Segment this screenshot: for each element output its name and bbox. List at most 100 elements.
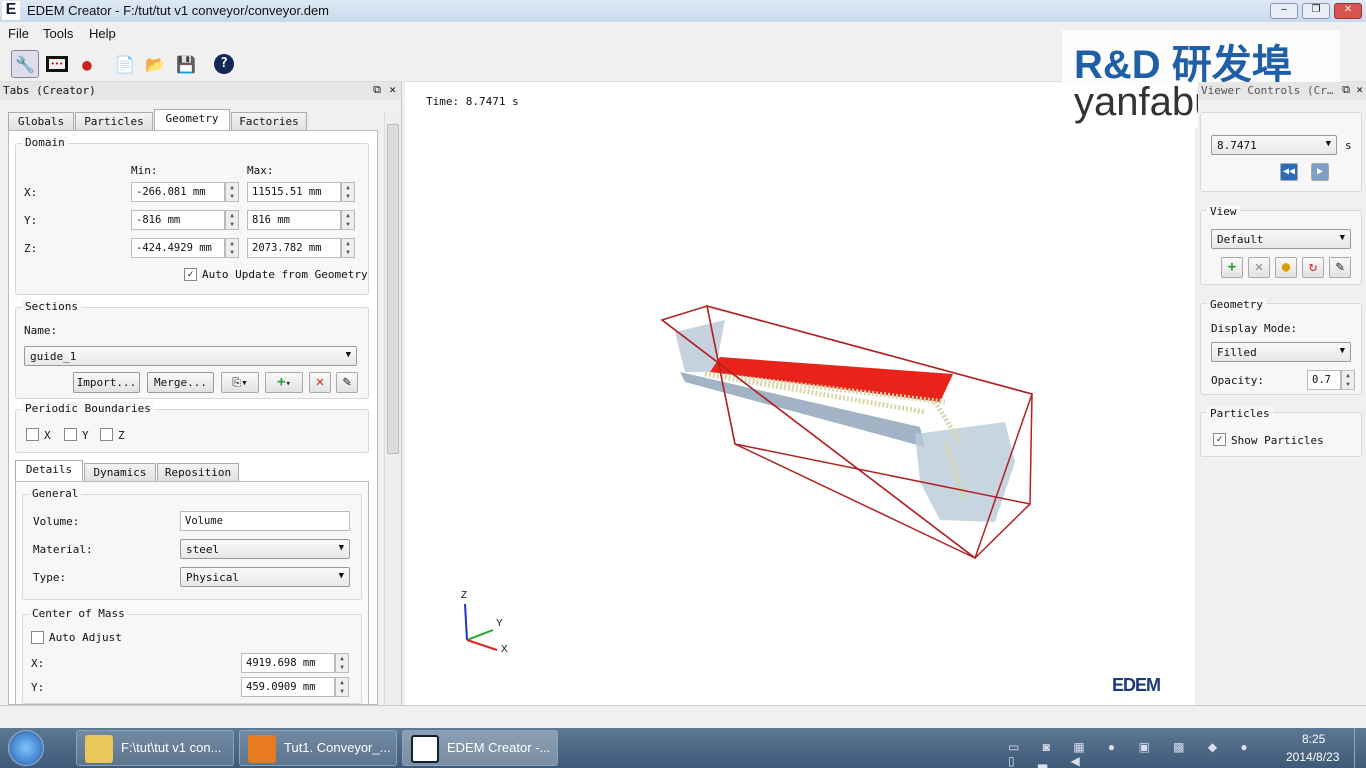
- camera-icon[interactable]: ●: [1275, 257, 1297, 278]
- last-frame-icon[interactable]: ▶: [1311, 163, 1329, 181]
- edit-icon[interactable]: ✎: [336, 372, 358, 393]
- start-button[interactable]: [8, 730, 44, 766]
- periodic-x-label: X: [44, 429, 51, 442]
- sections-group: Sections Name: guide_1 ▼ Import... Merge.…: [15, 300, 369, 399]
- domain-y-max[interactable]: 816 mm: [247, 210, 341, 230]
- spinner[interactable]: ▲ ▼: [225, 182, 239, 202]
- tray-icons[interactable]: ▭ ◙ ▦ ● ▣ ▩ ◆ ● ▯ ▂ ◀: [1008, 740, 1268, 768]
- periodic-y-checkbox[interactable]: [64, 428, 77, 441]
- domain-z-max[interactable]: 2073.782 mm: [247, 238, 341, 258]
- first-frame-icon[interactable]: ◀◀: [1280, 163, 1298, 181]
- close-icon[interactable]: ✕: [389, 83, 396, 96]
- copy-dropdown-icon[interactable]: ⎘▾: [221, 372, 259, 393]
- task-label: EDEM Creator -...: [447, 740, 551, 755]
- spinner[interactable]: ▲ ▼: [225, 210, 239, 230]
- periodic-x-checkbox[interactable]: [26, 428, 39, 441]
- edit-view-icon[interactable]: ✎: [1329, 257, 1351, 278]
- axis-z-label: Z: [461, 590, 468, 601]
- type-select[interactable]: Physical ▼: [180, 567, 350, 587]
- tab-globals[interactable]: Globals: [8, 112, 74, 130]
- section-name-select[interactable]: guide_1 ▼: [24, 346, 357, 366]
- show-particles-checkbox[interactable]: ✓: [1213, 433, 1226, 446]
- taskbar-pdf[interactable]: Tut1. Conveyor_...: [239, 730, 397, 766]
- opacity-field[interactable]: 0.7: [1307, 370, 1341, 390]
- 3d-viewer[interactable]: Time: 8.7471 s Z Y X EDEM: [405, 82, 1195, 705]
- edem-icon: [411, 735, 439, 763]
- close-button[interactable]: ✕: [1334, 3, 1362, 19]
- float-icon[interactable]: ⧉: [1342, 83, 1350, 97]
- auto-adjust-checkbox[interactable]: [31, 631, 44, 644]
- particles-group: Particles ✓ Show Particles: [1200, 407, 1362, 457]
- subtab-dynamics[interactable]: Dynamics: [84, 463, 156, 481]
- geometry-group: Geometry Display Mode: Filled ▼ Opacity: …: [1200, 298, 1362, 395]
- analyst-icon[interactable]: •••: [43, 50, 71, 78]
- simulator-icon[interactable]: ●: [73, 50, 101, 78]
- merge-button[interactable]: Merge...: [147, 372, 214, 393]
- new-icon[interactable]: 📄: [111, 50, 139, 78]
- delete-view-icon[interactable]: ✕: [1248, 257, 1270, 278]
- menu-file[interactable]: File: [8, 26, 29, 41]
- periodic-group: Periodic Boundaries X Y Z: [15, 402, 369, 453]
- time-select[interactable]: 8.7471 ▼: [1211, 135, 1337, 155]
- type-value: Physical: [186, 571, 239, 584]
- spinner[interactable]: ▲ ▼: [341, 238, 355, 258]
- auto-update-checkbox[interactable]: ✓: [184, 268, 197, 281]
- taskbar-explorer[interactable]: F:\tut\tut v1 con...: [76, 730, 234, 766]
- y-label: Y:: [24, 214, 38, 227]
- sections-label: Sections: [22, 300, 81, 313]
- creator-icon[interactable]: 🔧: [11, 50, 39, 78]
- com-x-field[interactable]: 4919.698 mm: [241, 653, 335, 673]
- domain-x-max[interactable]: 11515.51 mm: [247, 182, 341, 202]
- display-mode-select[interactable]: Filled ▼: [1211, 342, 1351, 362]
- reset-view-icon[interactable]: ↻: [1302, 257, 1324, 278]
- material-select[interactable]: steel ▼: [180, 539, 350, 559]
- tab-factories[interactable]: Factories: [231, 112, 307, 130]
- delete-icon[interactable]: ✕: [309, 372, 331, 393]
- open-icon[interactable]: 📂: [141, 50, 169, 78]
- tab-geometry[interactable]: Geometry: [154, 109, 230, 130]
- minimize-button[interactable]: –: [1270, 3, 1298, 19]
- view-select[interactable]: Default ▼: [1211, 229, 1351, 249]
- add-dropdown-icon[interactable]: +▾: [265, 372, 303, 393]
- tab-particles[interactable]: Particles: [75, 112, 153, 130]
- spinner[interactable]: ▲ ▼: [225, 238, 239, 258]
- opacity-label: Opacity:: [1211, 374, 1264, 387]
- domain-z-min[interactable]: -424.4929 mm: [131, 238, 225, 258]
- time-value: 8.7471: [1217, 139, 1257, 152]
- pdf-icon: [248, 735, 276, 763]
- spinner[interactable]: ▲ ▼: [335, 653, 349, 673]
- import-button[interactable]: Import...: [73, 372, 140, 393]
- subtab-reposition[interactable]: Reposition: [157, 463, 239, 481]
- domain-y-min[interactable]: -816 mm: [131, 210, 225, 230]
- tab-content: Domain Min: Max: X: -266.081 mm ▲ ▼ 11515.…: [8, 130, 378, 705]
- restore-button[interactable]: ❐: [1302, 3, 1330, 19]
- float-icon[interactable]: ⧉: [373, 83, 381, 97]
- show-desktop-button[interactable]: [1354, 728, 1366, 768]
- clock-date[interactable]: 2014/8/23: [1286, 750, 1339, 764]
- add-view-icon[interactable]: +: [1221, 257, 1243, 278]
- view-group: View Default ▼ + ✕ ● ↻ ✎: [1200, 205, 1362, 285]
- folder-icon: [85, 735, 113, 763]
- domain-x-min[interactable]: -266.081 mm: [131, 182, 225, 202]
- menu-tools[interactable]: Tools: [43, 26, 73, 41]
- spinner[interactable]: ▲ ▼: [335, 677, 349, 697]
- scrollbar[interactable]: [384, 112, 400, 705]
- general-group: General Volume: Volume Material: steel ▼ …: [22, 487, 362, 600]
- subtab-details[interactable]: Details: [15, 460, 83, 481]
- volume-field[interactable]: Volume: [180, 511, 350, 531]
- clock-time[interactable]: 8:25: [1302, 732, 1325, 746]
- time-group: 8.7471 ▼ s ◀◀ ▶: [1200, 112, 1362, 192]
- periodic-z-checkbox[interactable]: [100, 428, 113, 441]
- periodic-label: Periodic Boundaries: [22, 402, 154, 415]
- max-label: Max:: [247, 164, 274, 177]
- help-icon[interactable]: ?: [210, 50, 238, 78]
- taskbar-edem[interactable]: EDEM Creator -...: [402, 730, 558, 766]
- com-y-field[interactable]: 459.0909 mm: [241, 677, 335, 697]
- save-icon[interactable]: 💾: [172, 50, 200, 78]
- spinner[interactable]: ▲ ▼: [341, 210, 355, 230]
- axis-x-label: X: [501, 644, 508, 655]
- spinner[interactable]: ▲ ▼: [1341, 370, 1355, 390]
- close-icon[interactable]: ✕: [1356, 83, 1363, 96]
- menu-help[interactable]: Help: [89, 26, 116, 41]
- spinner[interactable]: ▲ ▼: [341, 182, 355, 202]
